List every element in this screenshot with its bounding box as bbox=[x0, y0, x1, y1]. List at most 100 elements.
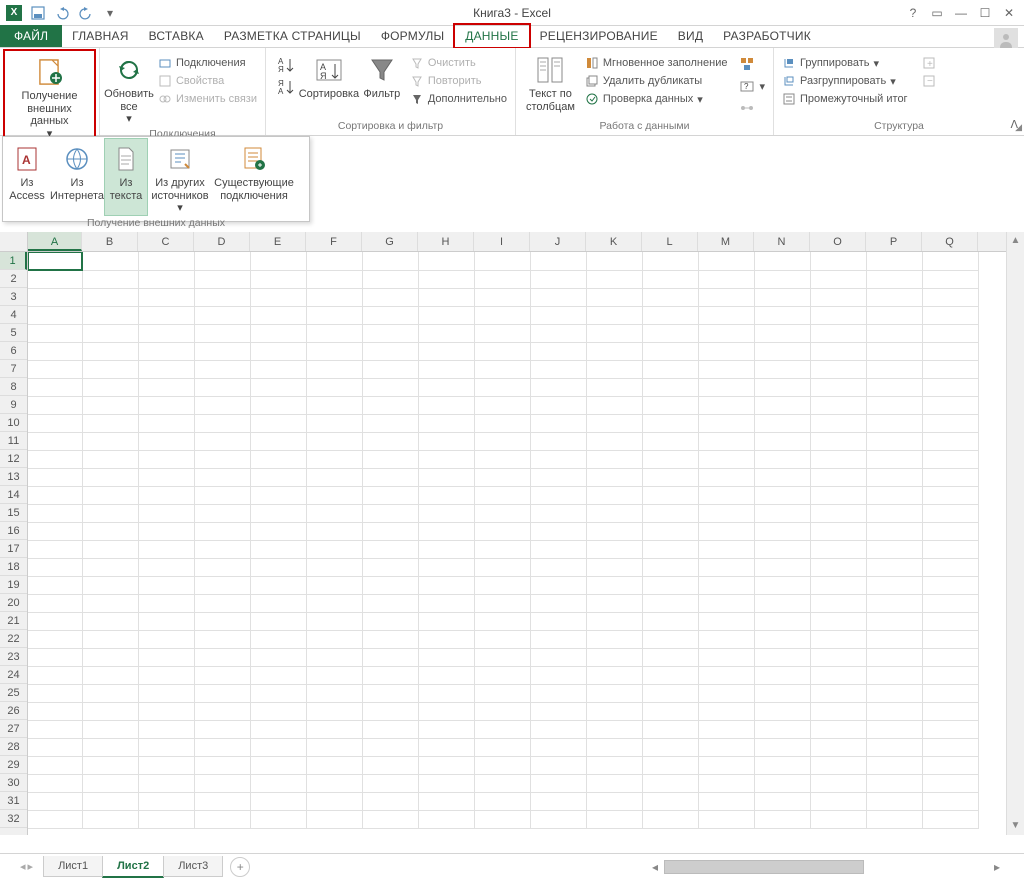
column-header[interactable]: F bbox=[306, 232, 362, 251]
column-header[interactable]: M bbox=[698, 232, 754, 251]
row-header[interactable]: 10 bbox=[0, 414, 27, 432]
sheet-tab-2[interactable]: Лист2 bbox=[102, 856, 164, 878]
row-header[interactable]: 12 bbox=[0, 450, 27, 468]
column-header[interactable]: A bbox=[28, 232, 82, 251]
column-header[interactable]: I bbox=[474, 232, 530, 251]
column-header[interactable]: J bbox=[530, 232, 586, 251]
horizontal-scrollbar[interactable]: ◂ ▸ bbox=[646, 858, 1006, 876]
ungroup-button[interactable]: Разгруппировать ▾ bbox=[778, 72, 912, 90]
row-header[interactable]: 19 bbox=[0, 576, 27, 594]
row-header[interactable]: 5 bbox=[0, 324, 27, 342]
undo-icon[interactable] bbox=[52, 3, 72, 23]
refresh-all-button[interactable]: Обновить все ▾ bbox=[104, 50, 154, 126]
tab-home[interactable]: ГЛАВНАЯ bbox=[62, 25, 138, 47]
sort-asc-button[interactable]: AЯ bbox=[274, 54, 298, 76]
group-button[interactable]: Группировать ▾ bbox=[778, 54, 912, 72]
sheet-nav-next-icon[interactable]: ▸ bbox=[28, 860, 34, 873]
collapse-ribbon-icon[interactable]: ᐱ bbox=[1010, 118, 1018, 131]
minimize-icon[interactable]: — bbox=[950, 3, 972, 23]
get-external-data-button[interactable]: Получение внешних данных ▾ bbox=[4, 50, 95, 141]
column-header[interactable]: H bbox=[418, 232, 474, 251]
sort-desc-button[interactable]: ЯA bbox=[274, 76, 298, 98]
column-header[interactable]: G bbox=[362, 232, 418, 251]
row-header[interactable]: 17 bbox=[0, 540, 27, 558]
sheet-tab-3[interactable]: Лист3 bbox=[163, 856, 223, 877]
hscroll-thumb[interactable] bbox=[664, 860, 864, 874]
qat-customize-icon[interactable]: ▾ bbox=[100, 3, 120, 23]
ribbon-display-icon[interactable]: ▭ bbox=[926, 3, 948, 23]
sheet-nav-prev-icon[interactable]: ◂ bbox=[20, 860, 26, 873]
row-header[interactable]: 25 bbox=[0, 684, 27, 702]
filter-button[interactable]: Фильтр bbox=[358, 50, 406, 101]
tab-page-layout[interactable]: РАЗМЕТКА СТРАНИЦЫ bbox=[214, 25, 371, 47]
column-header[interactable]: K bbox=[586, 232, 642, 251]
tab-developer[interactable]: РАЗРАБОТЧИК bbox=[713, 25, 821, 47]
tab-insert[interactable]: ВСТАВКА bbox=[139, 25, 214, 47]
row-header[interactable]: 18 bbox=[0, 558, 27, 576]
remove-duplicates-button[interactable]: Удалить дубликаты bbox=[581, 72, 732, 90]
from-other-sources-button[interactable]: Из других источников ▾ bbox=[147, 139, 213, 215]
sort-button[interactable]: AЯ Сортировка bbox=[300, 50, 358, 101]
row-header[interactable]: 21 bbox=[0, 612, 27, 630]
select-all-corner[interactable] bbox=[0, 232, 28, 252]
sheet-tab-1[interactable]: Лист1 bbox=[43, 856, 103, 877]
row-header[interactable]: 1 bbox=[0, 252, 27, 270]
what-if-button[interactable]: ? ▾ bbox=[737, 76, 767, 96]
close-icon[interactable]: ✕ bbox=[998, 3, 1020, 23]
row-header[interactable]: 2 bbox=[0, 270, 27, 288]
save-icon[interactable] bbox=[28, 3, 48, 23]
row-header[interactable]: 14 bbox=[0, 486, 27, 504]
tab-review[interactable]: РЕЦЕНЗИРОВАНИЕ bbox=[530, 25, 668, 47]
column-header[interactable]: L bbox=[642, 232, 698, 251]
row-header[interactable]: 27 bbox=[0, 720, 27, 738]
column-header[interactable]: P bbox=[866, 232, 922, 251]
existing-connections-button[interactable]: Существующие подключения bbox=[213, 139, 295, 215]
redo-icon[interactable] bbox=[76, 3, 96, 23]
from-access-button[interactable]: A Из Access bbox=[5, 139, 49, 215]
row-header[interactable]: 23 bbox=[0, 648, 27, 666]
row-header[interactable]: 29 bbox=[0, 756, 27, 774]
scroll-up-icon[interactable]: ▲ bbox=[1007, 232, 1024, 250]
column-header[interactable]: B bbox=[82, 232, 138, 251]
column-header[interactable]: O bbox=[810, 232, 866, 251]
row-header[interactable]: 31 bbox=[0, 792, 27, 810]
row-header[interactable]: 16 bbox=[0, 522, 27, 540]
text-to-columns-button[interactable]: Текст по столбцам bbox=[520, 50, 581, 113]
row-header[interactable]: 7 bbox=[0, 360, 27, 378]
row-header[interactable]: 24 bbox=[0, 666, 27, 684]
tab-file[interactable]: ФАЙЛ bbox=[0, 25, 62, 47]
active-cell[interactable] bbox=[28, 252, 82, 270]
scroll-right-icon[interactable]: ▸ bbox=[988, 858, 1006, 876]
column-header[interactable]: Q bbox=[922, 232, 978, 251]
row-header[interactable]: 8 bbox=[0, 378, 27, 396]
row-header[interactable]: 26 bbox=[0, 702, 27, 720]
row-header[interactable]: 28 bbox=[0, 738, 27, 756]
flash-fill-button[interactable]: Мгновенное заполнение bbox=[581, 54, 732, 72]
scroll-down-icon[interactable]: ▼ bbox=[1007, 817, 1024, 835]
row-header[interactable]: 22 bbox=[0, 630, 27, 648]
column-header[interactable]: D bbox=[194, 232, 250, 251]
row-header[interactable]: 20 bbox=[0, 594, 27, 612]
column-header[interactable]: N bbox=[754, 232, 810, 251]
maximize-icon[interactable]: ☐ bbox=[974, 3, 996, 23]
column-header[interactable]: E bbox=[250, 232, 306, 251]
data-validation-button[interactable]: Проверка данных ▾ bbox=[581, 90, 732, 108]
consolidate-button[interactable] bbox=[737, 54, 767, 74]
vertical-scrollbar[interactable]: ▲ ▼ bbox=[1006, 232, 1024, 835]
row-header[interactable]: 3 bbox=[0, 288, 27, 306]
tab-formulas[interactable]: ФОРМУЛЫ bbox=[371, 25, 454, 47]
from-web-button[interactable]: Из Интернета bbox=[49, 139, 105, 215]
row-header[interactable]: 9 bbox=[0, 396, 27, 414]
row-header[interactable]: 4 bbox=[0, 306, 27, 324]
help-icon[interactable]: ? bbox=[902, 3, 924, 23]
row-header[interactable]: 13 bbox=[0, 468, 27, 486]
tab-data[interactable]: ДАННЫЕ bbox=[454, 24, 529, 48]
column-header[interactable]: C bbox=[138, 232, 194, 251]
row-header[interactable]: 11 bbox=[0, 432, 27, 450]
row-header[interactable]: 15 bbox=[0, 504, 27, 522]
advanced-filter-button[interactable]: Дополнительно bbox=[406, 90, 511, 108]
cells-area[interactable] bbox=[28, 252, 1006, 835]
from-text-button[interactable]: Из текста bbox=[105, 139, 147, 215]
scroll-left-icon[interactable]: ◂ bbox=[646, 858, 664, 876]
row-header[interactable]: 30 bbox=[0, 774, 27, 792]
